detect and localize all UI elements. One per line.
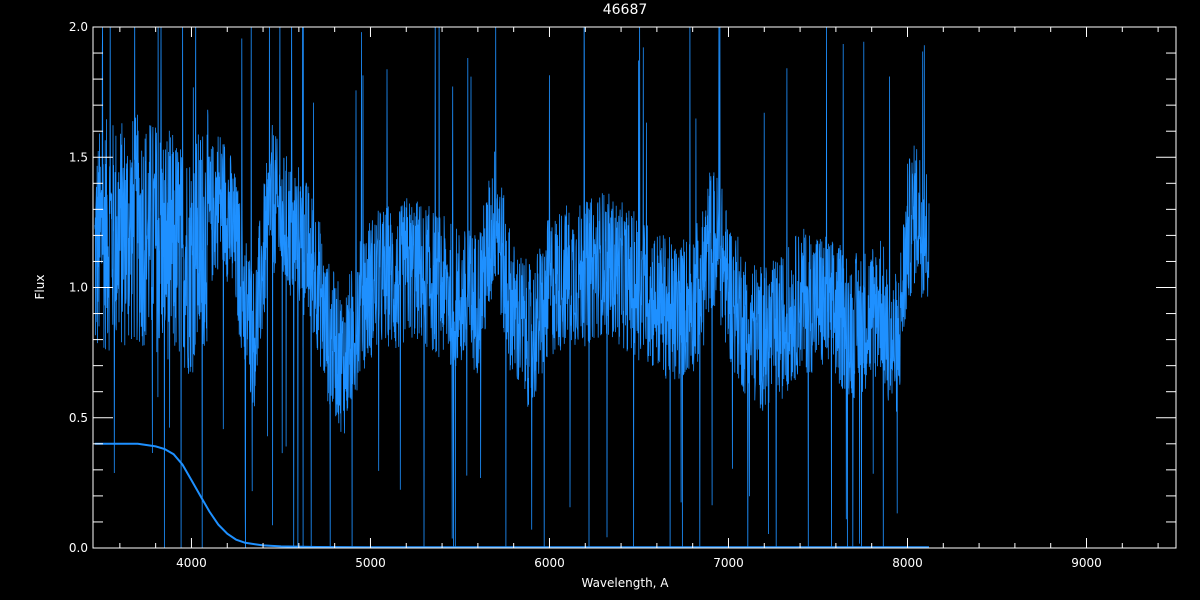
x-tick-label: 5000 (355, 556, 386, 570)
x-tick-label: 6000 (534, 556, 565, 570)
x-tick-label: 7000 (713, 556, 744, 570)
y-tick-label: 1.0 (69, 281, 88, 295)
x-tick-label: 8000 (892, 556, 923, 570)
x-tick-label: 4000 (176, 556, 207, 570)
y-tick-label: 2.0 (69, 20, 88, 34)
y-tick-label: 0.5 (69, 411, 88, 425)
plot-background (0, 0, 1200, 600)
chart-title: 46687 (603, 2, 648, 18)
spectrum-plot: 46687 Wavelength, A Flux 4000 5000 6000 700… (0, 0, 1200, 600)
x-axis-label: Wavelength, A (581, 576, 669, 590)
y-tick-label: 1.5 (69, 150, 88, 164)
y-axis-label: Flux (33, 275, 47, 300)
y-tick-label: 0.0 (69, 541, 88, 555)
x-tick-label: 9000 (1071, 556, 1102, 570)
